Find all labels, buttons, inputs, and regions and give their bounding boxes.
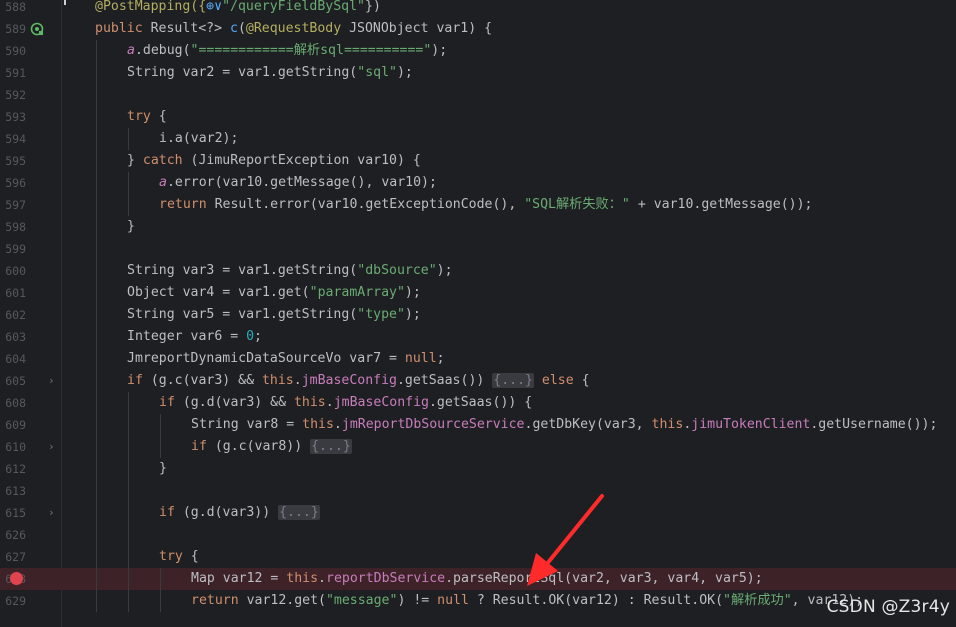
csdn-watermark: CSDN @Z3r4y — [826, 597, 950, 617]
red-arrow-annotation — [527, 494, 604, 586]
code-editor[interactable]: 588 @PostMapping({⊕∨"/queryFieldBySql"}) 5… — [0, 0, 956, 627]
